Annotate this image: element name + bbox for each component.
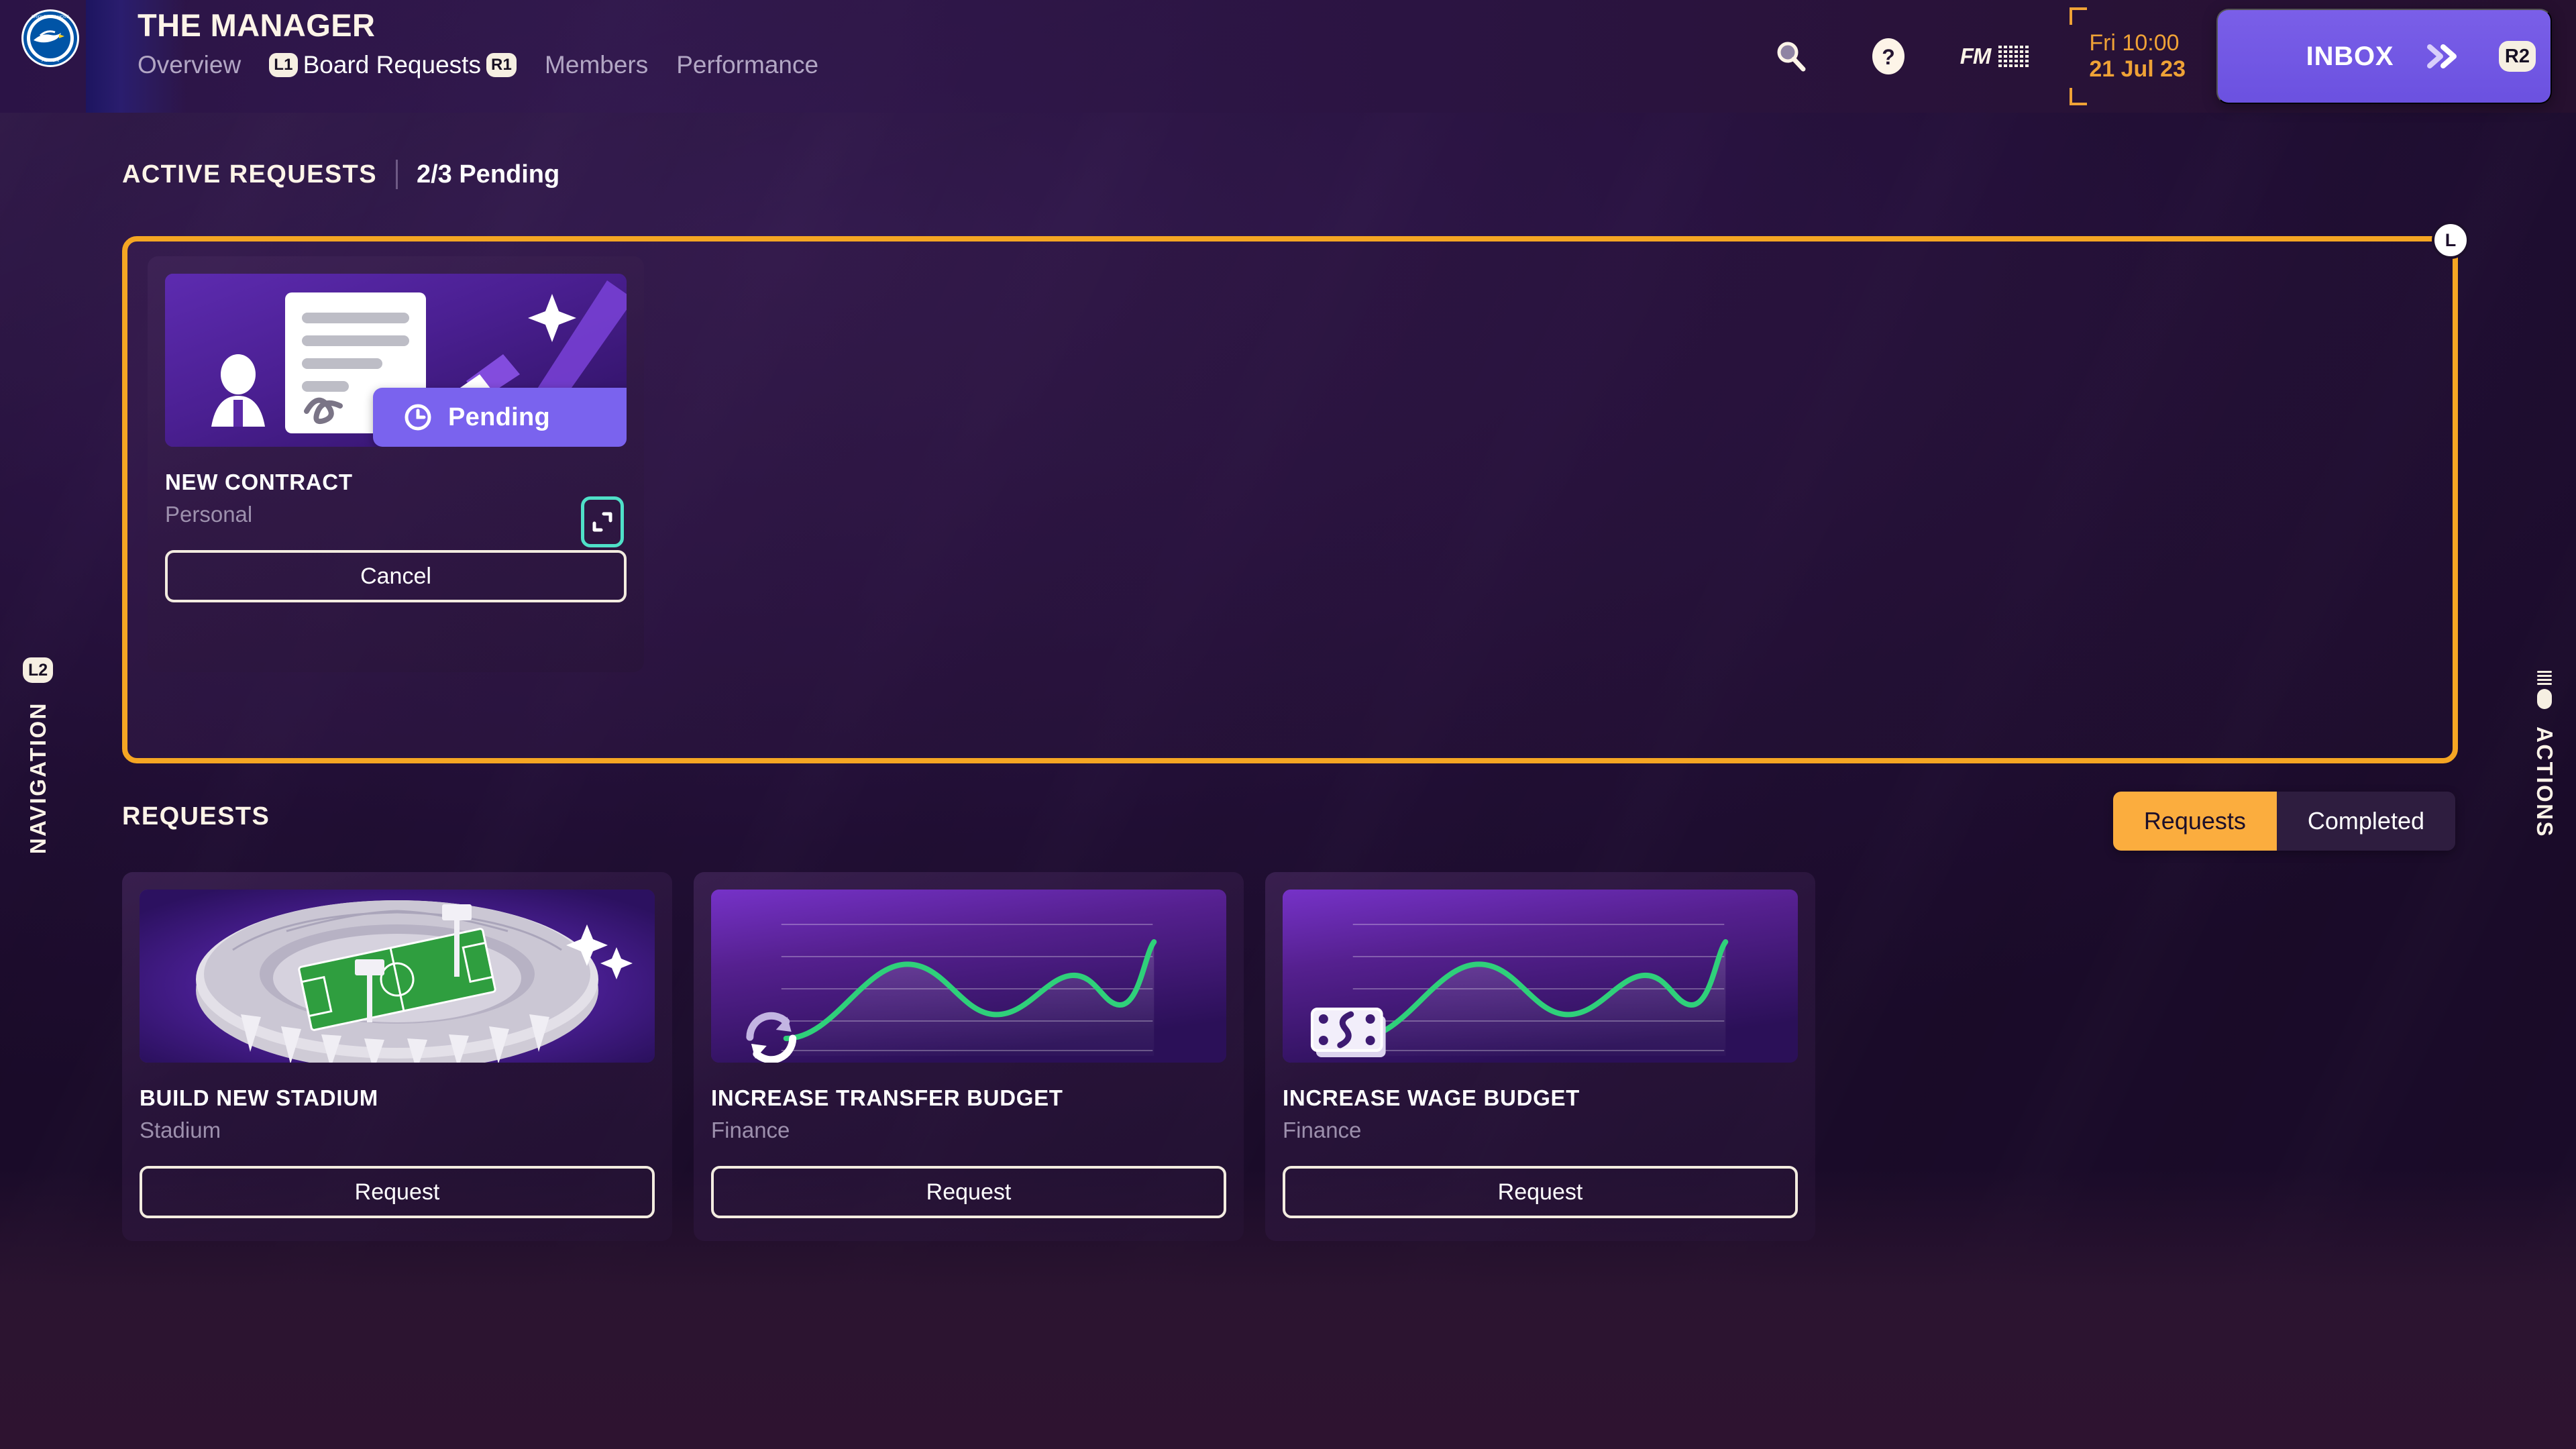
- fm-logo: FM: [1960, 44, 1992, 68]
- nav-item-members[interactable]: Members: [545, 52, 648, 77]
- button-badge-l2: L2: [23, 657, 54, 683]
- request-card-increase-transfer-budget[interactable]: INCREASE TRANSFER BUDGET Finance Request: [694, 872, 1244, 1241]
- request-button-wage-budget[interactable]: Request: [1283, 1166, 1798, 1218]
- request-button-stadium[interactable]: Request: [140, 1166, 655, 1218]
- primary-nav: Overview L1 Board Requests R1 Members Pe…: [138, 52, 818, 77]
- nav-item-board-requests[interactable]: L1 Board Requests R1: [269, 52, 517, 77]
- header-divider: [395, 160, 398, 189]
- svg-text:ALBION: ALBION: [42, 58, 59, 63]
- tab-completed[interactable]: Completed: [2276, 792, 2455, 851]
- nav-item-members-label: Members: [545, 51, 649, 78]
- datetime-bracket-bottom: [2070, 88, 2088, 106]
- chevron-double-right-icon: [2423, 42, 2462, 71]
- club-crest-brighton-hove-albion[interactable]: BRIGHTON & HOVE ALBION: [20, 8, 80, 68]
- actions-rail-label: ACTIONS: [2532, 727, 2557, 838]
- inbox-button[interactable]: INBOX R2: [2216, 9, 2552, 104]
- contract-signature-illustration: Pending: [165, 274, 627, 447]
- cancel-button[interactable]: Cancel: [165, 550, 627, 602]
- fm-calendar-shortcut[interactable]: FM: [1960, 44, 2029, 69]
- button-badge-l1: L1: [269, 52, 298, 77]
- request-card-subtitle: Finance: [711, 1118, 790, 1142]
- datetime-bracket-top: [2070, 7, 2088, 25]
- request-card-build-new-stadium[interactable]: BUILD NEW STADIUM Stadium Request: [122, 872, 672, 1241]
- request-card-increase-wage-budget[interactable]: INCREASE WAGE BUDGET Finance Request: [1265, 872, 1815, 1241]
- requests-title: REQUESTS: [122, 802, 270, 830]
- tab-requests[interactable]: Requests: [2112, 792, 2277, 851]
- requests-completed-toggle: Requests Completed: [2112, 792, 2455, 851]
- inbox-label: INBOX: [2306, 41, 2394, 71]
- button-badge-r2: R2: [2498, 41, 2536, 72]
- navigation-rail-label: NAVIGATION: [25, 702, 50, 855]
- request-card-subtitle: Stadium: [140, 1118, 221, 1142]
- status-badge-label: Pending: [448, 402, 550, 431]
- active-request-card-new-contract[interactable]: Pending NEW CONTRACT Personal Cancel: [148, 256, 644, 672]
- active-card-subtitle: Personal: [165, 502, 253, 527]
- growth-chart-transfer-icon: [711, 890, 1226, 1063]
- nav-item-board-requests-label: Board Requests: [303, 51, 481, 78]
- stadium-illustration: [140, 890, 655, 1063]
- clock-icon: [402, 402, 433, 433]
- page-title: THE MANAGER: [138, 7, 376, 43]
- navigation-rail[interactable]: L2 NAVIGATION: [23, 657, 54, 855]
- requests-card-row: BUILD NEW STADIUM Stadium Request INCREA…: [122, 872, 1815, 1241]
- app-header: BRIGHTON & HOVE ALBION THE MANAGER Overv…: [0, 0, 2576, 113]
- game-date: 21 Jul 23: [2089, 56, 2186, 82]
- active-requests-header: ACTIVE REQUESTS 2/3 Pending: [122, 160, 559, 189]
- actions-rail[interactable]: ACTIONS: [2532, 671, 2557, 838]
- active-requests-title: ACTIVE REQUESTS: [122, 160, 377, 189]
- active-card-title: NEW CONTRACT: [165, 470, 353, 494]
- game-datetime: Fri 10:00 21 Jul 23: [2070, 7, 2186, 106]
- help-icon[interactable]: ?: [1869, 37, 1908, 76]
- status-badge-pending: Pending: [373, 388, 627, 447]
- header-right-cluster: ? FM Fri 10:00 21 Jul 23 INBOX R2: [1771, 0, 2576, 113]
- request-card-title: BUILD NEW STADIUM: [140, 1085, 378, 1110]
- growth-chart-banknote-icon: [1283, 890, 1798, 1063]
- menu-slider-icon: [2537, 671, 2552, 709]
- requests-header: REQUESTS: [122, 802, 270, 831]
- nav-item-performance[interactable]: Performance: [676, 52, 818, 77]
- request-card-title: INCREASE TRANSFER BUDGET: [711, 1085, 1063, 1110]
- request-button-transfer-budget[interactable]: Request: [711, 1166, 1226, 1218]
- svg-text:BRIGHTON & HOVE: BRIGHTON & HOVE: [32, 15, 69, 19]
- svg-text:?: ?: [1882, 45, 1895, 69]
- request-card-subtitle: Finance: [1283, 1118, 1362, 1142]
- nav-item-overview[interactable]: Overview: [138, 52, 241, 77]
- active-requests-counter: 2/3 Pending: [416, 160, 560, 189]
- request-card-title: INCREASE WAGE BUDGET: [1283, 1085, 1580, 1110]
- expand-icon[interactable]: [581, 496, 624, 547]
- game-time: Fri 10:00: [2089, 30, 2180, 56]
- calendar-icon: [1998, 46, 2029, 67]
- nav-item-performance-label: Performance: [676, 51, 819, 78]
- active-requests-panel: L Pending NEW CONTRACT Personal Cancel: [122, 221, 2469, 763]
- nav-item-overview-label: Overview: [138, 51, 241, 78]
- search-icon[interactable]: [1771, 36, 1811, 76]
- panel-button-badge-l: L: [2432, 221, 2469, 259]
- button-badge-r1: R1: [486, 52, 517, 77]
